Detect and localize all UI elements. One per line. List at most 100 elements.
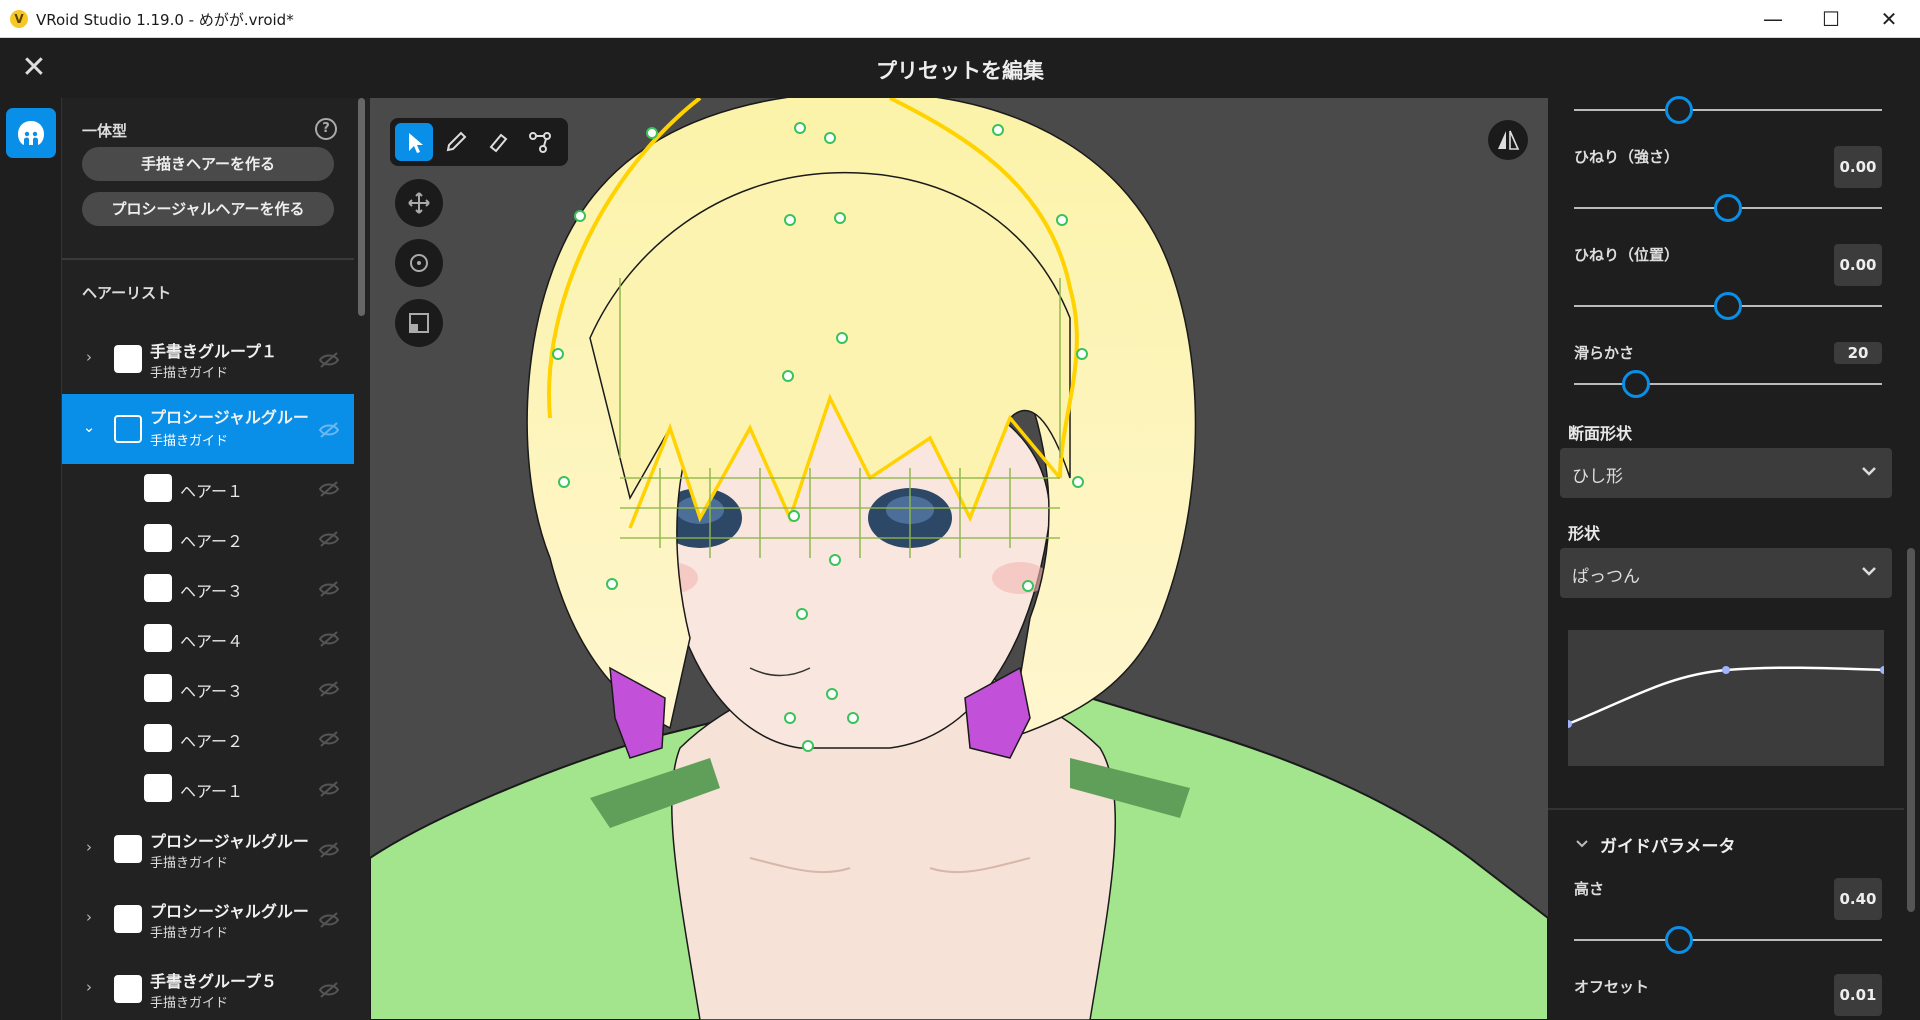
group-checkbox[interactable] xyxy=(114,905,142,933)
window-titlebar: V VRoid Studio 1.19.0 - めがが.vroid* — ☐ ✕ xyxy=(0,0,1920,38)
offset-value[interactable]: 0.01 xyxy=(1834,974,1882,1016)
properties-panel: ひねり（強さ） 0.00 ひねり（位置） 0.00 滑らかさ 20 断面形状 ひ… xyxy=(1548,96,1920,1020)
hair-checkbox[interactable] xyxy=(144,674,172,702)
group-subtitle: 手描きガイド xyxy=(150,434,229,449)
pen-tool-button[interactable] xyxy=(437,123,475,161)
height-slider[interactable] xyxy=(1574,939,1882,941)
hair-group-row[interactable]: › 手書きグループ５ 手描きガイド xyxy=(62,954,354,1020)
chevron-right-icon[interactable]: › xyxy=(82,978,96,996)
shape-curve-editor[interactable] xyxy=(1564,630,1888,766)
smoothness-slider[interactable] xyxy=(1574,383,1882,385)
height-knob[interactable] xyxy=(1664,926,1693,954)
eye-hidden-icon[interactable] xyxy=(318,982,340,998)
offset-label: オフセット xyxy=(1574,978,1650,996)
rotate-view-button[interactable] xyxy=(395,239,443,287)
left-panel-scrollbar[interactable] xyxy=(358,98,365,316)
hair-item-row[interactable]: ヘアー２ xyxy=(62,714,354,764)
group-title: 手書きグループ１ xyxy=(150,342,278,361)
height-label: 高さ xyxy=(1574,880,1605,898)
minimize-button[interactable]: — xyxy=(1744,0,1802,38)
group-title: 手書きグループ５ xyxy=(150,972,278,991)
pan-view-button[interactable] xyxy=(395,179,443,227)
zoom-view-button[interactable] xyxy=(395,299,443,347)
chevron-down-icon[interactable]: ⌄ xyxy=(82,418,96,436)
group-title: プロシージャルグルー xyxy=(150,902,309,921)
cross-section-dropdown[interactable]: ひし形 xyxy=(1560,448,1892,498)
path-tool-button[interactable] xyxy=(521,123,559,161)
smoothness-value[interactable]: 20 xyxy=(1834,342,1882,364)
group-checkbox[interactable] xyxy=(114,835,142,863)
hair-group-row[interactable]: › 手書きグループ１ 手描きガイド xyxy=(62,324,354,394)
hair-group-row-selected[interactable]: ⌄ プロシージャルグルー 手描きガイド xyxy=(62,394,354,464)
create-hand-drawn-hair-button[interactable]: 手描きヘアーを作る xyxy=(82,147,334,181)
eye-hidden-icon[interactable] xyxy=(318,531,340,547)
group-subtitle: 手描きガイド xyxy=(150,366,229,381)
window-close-button[interactable]: ✕ xyxy=(1860,0,1918,38)
3d-viewport[interactable] xyxy=(370,98,1548,1020)
eye-hidden-icon[interactable] xyxy=(318,842,340,858)
hair-checkbox[interactable] xyxy=(144,524,172,552)
eye-hidden-icon[interactable] xyxy=(318,731,340,747)
smoothness-knob[interactable] xyxy=(1621,370,1650,398)
hair-checkbox[interactable] xyxy=(144,574,172,602)
group-subtitle: 手描きガイド xyxy=(150,996,229,1011)
eye-hidden-icon[interactable] xyxy=(318,781,340,797)
slider-track[interactable] xyxy=(1574,109,1882,111)
hair-item-row[interactable]: ヘアー４ xyxy=(62,614,354,664)
shape-dropdown[interactable]: ぱっつん xyxy=(1560,548,1892,598)
window-title: VRoid Studio 1.19.0 - めがが.vroid* xyxy=(36,11,294,29)
hair-item-row[interactable]: ヘアー３ xyxy=(62,664,354,714)
twist-strength-knob[interactable] xyxy=(1714,194,1742,222)
chevron-right-icon[interactable]: › xyxy=(82,348,96,366)
hair-group-row[interactable]: › プロシージャルグルー 手描きガイド xyxy=(62,884,354,954)
eye-hidden-icon[interactable] xyxy=(318,422,340,438)
eraser-tool-button[interactable] xyxy=(479,123,517,161)
hair-checkbox[interactable] xyxy=(144,774,172,802)
twist-strength-value[interactable]: 0.00 xyxy=(1834,146,1882,188)
group-checkbox[interactable] xyxy=(114,975,142,1003)
chevron-down-icon xyxy=(1576,840,1588,848)
chevron-right-icon[interactable]: › xyxy=(82,908,96,926)
eye-hidden-icon[interactable] xyxy=(318,912,340,928)
group-checkbox[interactable] xyxy=(114,415,142,443)
eye-hidden-icon[interactable] xyxy=(318,352,340,368)
chevron-right-icon[interactable]: › xyxy=(82,838,96,856)
hair-checkbox[interactable] xyxy=(144,624,172,652)
tool-palette xyxy=(390,118,568,166)
hair-checkbox[interactable] xyxy=(144,474,172,502)
shape-title: 形状 xyxy=(1568,524,1601,543)
hair-group-row[interactable]: › プロシージャルグルー 手描きガイド xyxy=(62,814,354,884)
help-icon[interactable]: ? xyxy=(315,118,337,140)
mirror-toggle-button[interactable] xyxy=(1488,120,1528,160)
eye-hidden-icon[interactable] xyxy=(318,631,340,647)
slider-knob[interactable] xyxy=(1664,96,1693,124)
guide-params-header[interactable]: ガイドパラメータ xyxy=(1574,832,1874,857)
hair-item-row[interactable]: ヘアー１ xyxy=(62,464,354,514)
hair-item-title: ヘアー２ xyxy=(180,732,244,751)
create-procedural-hair-button[interactable]: プロシージャルヘアーを作る xyxy=(82,192,334,226)
hair-list-panel: 一体型 ? 手描きヘアーを作る プロシージャルヘアーを作る ヘアーリスト › 手… xyxy=(62,98,370,1020)
hair-tab-button[interactable] xyxy=(6,108,56,158)
eye-hidden-icon[interactable] xyxy=(318,481,340,497)
hair-item-row[interactable]: ヘアー１ xyxy=(62,764,354,814)
pen-icon xyxy=(446,131,467,152)
twist-position-value[interactable]: 0.00 xyxy=(1834,244,1882,286)
hair-list-title: ヘアーリスト xyxy=(82,284,172,302)
select-tool-button[interactable] xyxy=(395,123,433,161)
eye-hidden-icon[interactable] xyxy=(318,581,340,597)
divider xyxy=(1548,808,1904,810)
hair-item-row[interactable]: ヘアー２ xyxy=(62,514,354,564)
maximize-button[interactable]: ☐ xyxy=(1802,0,1860,38)
eye-hidden-icon[interactable] xyxy=(318,681,340,697)
group-title: プロシージャルグルー xyxy=(150,408,309,427)
height-value[interactable]: 0.40 xyxy=(1834,878,1882,920)
rotate-icon xyxy=(410,254,428,272)
hair-checkbox[interactable] xyxy=(144,724,172,752)
cross-section-title: 断面形状 xyxy=(1568,424,1633,443)
group-title: プロシージャルグルー xyxy=(150,832,309,851)
section-title-integrated: 一体型 xyxy=(82,122,128,140)
hair-item-row[interactable]: ヘアー３ xyxy=(62,564,354,614)
twist-position-knob[interactable] xyxy=(1714,292,1742,320)
group-checkbox[interactable] xyxy=(114,345,142,373)
right-panel-scrollbar[interactable] xyxy=(1907,548,1915,912)
